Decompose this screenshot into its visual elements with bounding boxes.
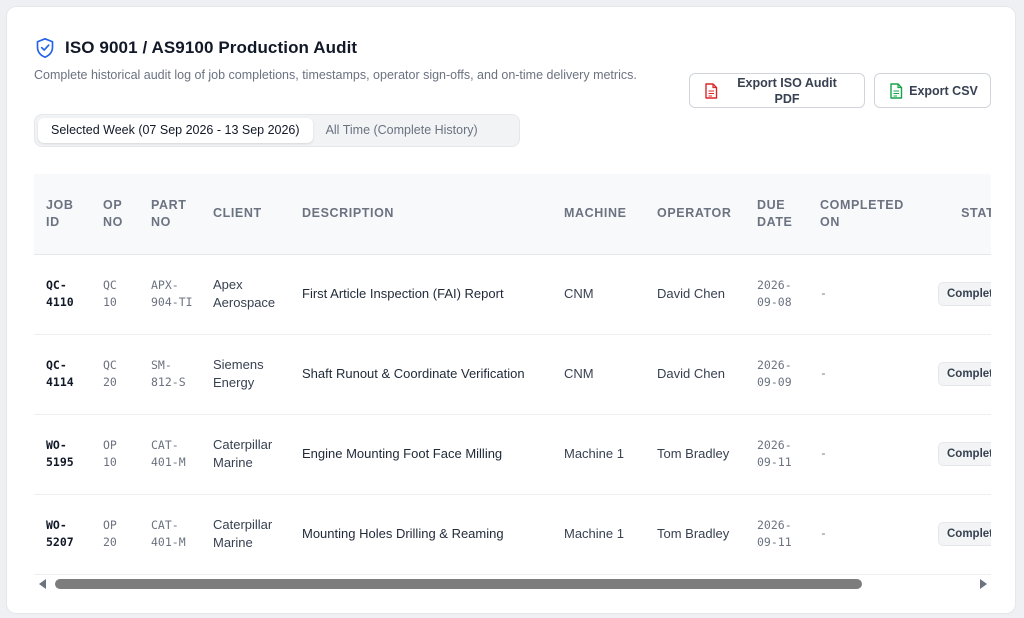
title-row: ISO 9001 / AS9100 Production Audit — [35, 37, 357, 59]
cell-op-no: QC 10 — [103, 277, 117, 310]
cell-due-date: 2026-09-09 — [757, 357, 792, 390]
cell-completed-on: - — [820, 526, 827, 541]
cell-completed-on: - — [820, 446, 827, 461]
cell-due-date: 2026-09-08 — [757, 277, 792, 310]
cell-due-date: 2026-09-11 — [757, 517, 792, 550]
cell-due-date: 2026-09-11 — [757, 437, 792, 470]
status-badge: Completed — [938, 522, 991, 546]
audit-card: ISO 9001 / AS9100 Production Audit Compl… — [6, 6, 1016, 614]
status-badge: Completed — [938, 442, 991, 466]
cell-status: Completed — [926, 414, 991, 494]
cell-part-no: APX-904-TI — [151, 277, 193, 310]
shield-check-icon — [36, 37, 54, 58]
cell-job-id: QC-4110 — [46, 277, 74, 310]
tab-selected-week[interactable]: Selected Week (07 Sep 2026 - 13 Sep 2026… — [38, 118, 313, 143]
cell-status: Completed — [926, 254, 991, 334]
cell-op-no: OP 10 — [103, 437, 117, 470]
export-csv-button[interactable]: Export CSV — [874, 73, 991, 108]
export-csv-label: Export CSV — [909, 83, 978, 98]
cell-operator: David Chen — [657, 366, 725, 381]
table-row[interactable]: WO-5207 OP 20 CAT-401-M Caterpillar Mari… — [34, 494, 991, 574]
status-badge: Completed — [938, 282, 991, 306]
cell-job-id: WO-5207 — [46, 517, 74, 550]
column-header-machine[interactable]: MACHINE — [552, 174, 645, 255]
column-header-completed-on[interactable]: COMPLETED ON — [808, 174, 926, 255]
export-pdf-button[interactable]: Export ISO Audit PDF — [689, 73, 865, 108]
cell-part-no: SM-812-S — [151, 357, 186, 390]
cell-job-id: QC-4114 — [46, 357, 74, 390]
cell-job-id: WO-5195 — [46, 437, 74, 470]
cell-client: Caterpillar Marine — [213, 437, 273, 470]
page-title: ISO 9001 / AS9100 Production Audit — [65, 38, 358, 57]
column-header-op-no[interactable]: OP NO — [91, 174, 139, 255]
cell-machine: CNM — [564, 286, 594, 301]
cell-completed-on: - — [820, 366, 827, 381]
cell-description: Mounting Holes Drilling & Reaming — [302, 526, 504, 541]
cell-part-no: CAT-401-M — [151, 437, 186, 470]
column-header-due-date[interactable]: DUE DATE — [745, 174, 808, 255]
tab-all-time[interactable]: All Time (Complete History) — [313, 118, 491, 143]
cell-op-no: QC 20 — [103, 357, 117, 390]
csv-file-icon — [890, 82, 903, 99]
cell-operator: Tom Bradley — [657, 446, 730, 461]
cell-client: Siemens Energy — [213, 357, 264, 390]
audit-table-container: JOB ID OP NO PART NO CLIENT DESCRIPTION … — [34, 174, 991, 580]
range-tabs: Selected Week (07 Sep 2026 - 13 Sep 2026… — [34, 114, 520, 147]
cell-machine: Machine 1 — [564, 446, 624, 461]
table-row[interactable]: WO-5195 OP 10 CAT-401-M Caterpillar Mari… — [34, 414, 991, 494]
cell-description: Shaft Runout & Coordinate Verification — [302, 366, 525, 381]
cell-machine: CNM — [564, 366, 594, 381]
cell-status: Completed — [926, 494, 991, 574]
table-row[interactable]: QC-4110 QC 10 APX-904-TI Apex Aerospace … — [34, 254, 991, 334]
column-header-status[interactable]: STATUS — [926, 174, 991, 255]
pdf-file-icon — [705, 82, 718, 99]
page-subtitle: Complete historical audit log of job com… — [34, 68, 637, 82]
scrollbar-thumb[interactable] — [55, 579, 862, 589]
cell-client: Caterpillar Marine — [213, 517, 273, 550]
column-header-job-id[interactable]: JOB ID — [34, 174, 91, 255]
cell-part-no: CAT-401-M — [151, 517, 186, 550]
cell-operator: Tom Bradley — [657, 526, 730, 541]
audit-table: JOB ID OP NO PART NO CLIENT DESCRIPTION … — [34, 174, 991, 575]
scroll-right-arrow-icon[interactable] — [980, 579, 987, 589]
column-header-description[interactable]: DESCRIPTION — [290, 174, 552, 255]
column-header-part-no[interactable]: PART NO — [139, 174, 201, 255]
horizontal-scrollbar[interactable] — [34, 577, 991, 591]
column-header-client[interactable]: CLIENT — [201, 174, 290, 255]
cell-op-no: OP 20 — [103, 517, 117, 550]
cell-machine: Machine 1 — [564, 526, 624, 541]
cell-client: Apex Aerospace — [213, 277, 276, 310]
table-row[interactable]: QC-4114 QC 20 SM-812-S Siemens Energy Sh… — [34, 334, 991, 414]
scroll-left-arrow-icon[interactable] — [39, 579, 46, 589]
cell-description: First Article Inspection (FAI) Report — [302, 286, 504, 301]
cell-completed-on: - — [820, 286, 827, 301]
status-badge: Completed — [938, 362, 991, 386]
cell-description: Engine Mounting Foot Face Milling — [302, 446, 503, 461]
table-header-row: JOB ID OP NO PART NO CLIENT DESCRIPTION … — [34, 174, 991, 255]
export-pdf-label: Export ISO Audit PDF — [737, 75, 837, 106]
cell-operator: David Chen — [657, 286, 725, 301]
column-header-operator[interactable]: OPERATOR — [645, 174, 745, 255]
cell-status: Completed — [926, 334, 991, 414]
